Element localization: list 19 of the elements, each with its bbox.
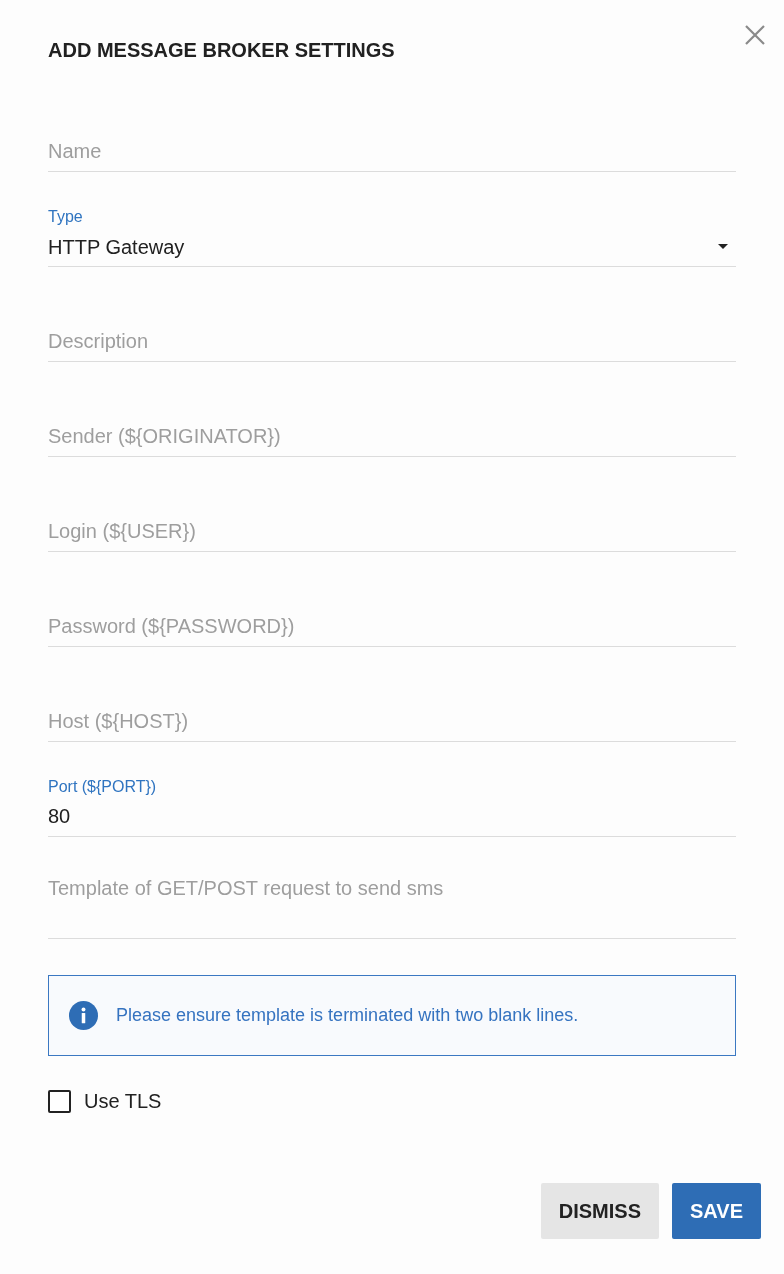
- checkbox-label[interactable]: Use TLS: [84, 1089, 162, 1113]
- input-field[interactable]: Password (${PASSWORD}): [48, 607, 736, 647]
- checkbox[interactable]: [48, 1089, 71, 1113]
- input-field[interactable]: Login (${USER}): [48, 512, 736, 552]
- field-label: Port (${PORT}): [48, 777, 157, 797]
- info-message: Please ensure template is terminated with two blank lines.: [116, 1004, 579, 1027]
- save-button[interactable]: SAVE: [672, 1183, 761, 1239]
- input-field[interactable]: Sender (${ORIGINATOR}): [48, 417, 736, 457]
- info-icon: [69, 1001, 98, 1030]
- input-field[interactable]: Host (${HOST}): [48, 702, 736, 742]
- dismiss-button[interactable]: DISMISS: [540, 1183, 659, 1239]
- input-field[interactable]: 80: [48, 797, 736, 837]
- text-area-field[interactable]: Template of GET/POST request to send sms: [48, 871, 736, 939]
- dialog-title: ADD MESSAGE BROKER SETTINGS: [48, 38, 395, 63]
- input-field[interactable]: Name: [48, 132, 736, 172]
- field-label: Type: [48, 207, 83, 227]
- dropdown-field[interactable]: HTTP Gateway: [48, 227, 736, 267]
- caret-icon: [718, 244, 728, 249]
- input-field[interactable]: Description: [48, 322, 736, 362]
